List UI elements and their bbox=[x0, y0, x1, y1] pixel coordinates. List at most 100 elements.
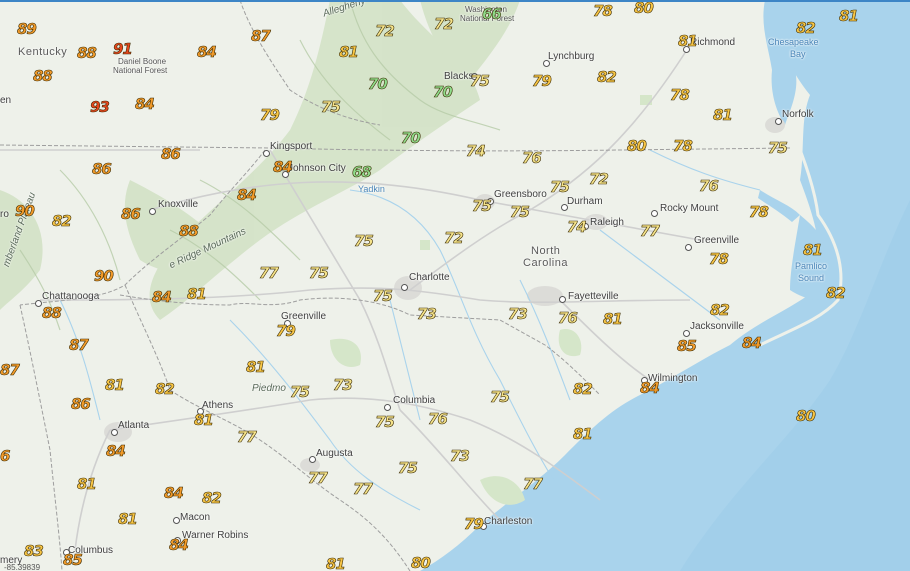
temperature-marker[interactable]: 84 bbox=[640, 380, 660, 396]
temperature-marker[interactable]: 85 bbox=[63, 552, 83, 568]
temperature-marker[interactable]: 89 bbox=[17, 21, 37, 37]
temperature-marker[interactable]: 83 bbox=[24, 543, 44, 559]
temperature-marker[interactable]: 88 bbox=[33, 68, 53, 84]
temperature-marker[interactable]: 78 bbox=[593, 3, 613, 19]
temperature-marker[interactable]: 79 bbox=[464, 516, 484, 532]
temperature-marker[interactable]: 82 bbox=[573, 381, 593, 397]
temperature-marker[interactable]: 70 bbox=[368, 76, 388, 92]
temperature-marker[interactable]: 84 bbox=[273, 159, 293, 175]
temperature-marker[interactable]: 75 bbox=[373, 288, 393, 304]
temperature-marker[interactable]: 84 bbox=[152, 289, 172, 305]
temperature-marker[interactable]: 81 bbox=[603, 311, 623, 327]
temperature-marker[interactable]: 76 bbox=[558, 310, 578, 326]
temperature-marker[interactable]: 6 bbox=[0, 448, 11, 464]
temperature-marker[interactable]: 73 bbox=[333, 377, 353, 393]
temperature-marker[interactable]: 75 bbox=[321, 99, 341, 115]
temperature-marker[interactable]: 81 bbox=[194, 412, 214, 428]
temperature-marker[interactable]: 68 bbox=[352, 164, 372, 180]
temperature-marker[interactable]: 86 bbox=[121, 206, 141, 222]
temperature-marker[interactable]: 84 bbox=[742, 335, 762, 351]
temperature-marker[interactable]: 82 bbox=[202, 490, 222, 506]
temperature-marker[interactable]: 82 bbox=[796, 20, 816, 36]
temperature-marker[interactable]: 84 bbox=[237, 187, 257, 203]
temperature-marker[interactable]: 86 bbox=[92, 161, 112, 177]
temperature-marker[interactable]: 80 bbox=[634, 0, 654, 16]
temperature-marker[interactable]: 80 bbox=[796, 408, 816, 424]
temperature-marker[interactable]: 76 bbox=[699, 178, 719, 194]
temperature-marker[interactable]: 81 bbox=[839, 8, 859, 24]
temperature-marker[interactable]: 77 bbox=[308, 470, 328, 486]
temperature-marker[interactable]: 75 bbox=[290, 384, 310, 400]
temperature-marker[interactable]: 81 bbox=[713, 107, 733, 123]
temperature-marker[interactable]: 78 bbox=[709, 251, 729, 267]
temperature-marker[interactable]: 75 bbox=[768, 140, 788, 156]
temperature-marker[interactable]: 80 bbox=[411, 555, 431, 571]
temperature-marker[interactable]: 75 bbox=[398, 460, 418, 476]
temperature-marker[interactable]: 82 bbox=[155, 381, 175, 397]
temperature-marker[interactable]: 90 bbox=[94, 268, 114, 284]
temperature-marker[interactable]: 90 bbox=[15, 203, 35, 219]
temperature-marker[interactable]: 80 bbox=[627, 138, 647, 154]
temperature-marker[interactable]: 82 bbox=[710, 302, 730, 318]
temperature-marker[interactable]: 77 bbox=[640, 223, 660, 239]
temperature-marker[interactable]: 72 bbox=[589, 171, 609, 187]
temperature-marker[interactable]: 86 bbox=[71, 396, 91, 412]
temperature-marker[interactable]: 75 bbox=[470, 73, 490, 89]
temperature-marker[interactable]: 75 bbox=[309, 265, 329, 281]
temperature-marker[interactable]: 73 bbox=[417, 306, 437, 322]
temperature-marker[interactable]: 82 bbox=[52, 213, 72, 229]
temperature-marker[interactable]: 84 bbox=[164, 485, 184, 501]
temperature-marker[interactable]: 84 bbox=[169, 537, 189, 553]
temperature-marker[interactable]: 77 bbox=[237, 429, 257, 445]
temperature-marker[interactable]: 72 bbox=[434, 16, 454, 32]
temperature-marker[interactable]: 88 bbox=[42, 305, 62, 321]
temperature-marker[interactable]: 78 bbox=[670, 87, 690, 103]
temperature-marker[interactable]: 84 bbox=[135, 96, 155, 112]
temperature-marker[interactable]: 72 bbox=[444, 230, 464, 246]
temperature-marker[interactable]: 78 bbox=[749, 204, 769, 220]
temperature-marker[interactable]: 88 bbox=[179, 223, 199, 239]
temperature-marker[interactable]: 86 bbox=[161, 146, 181, 162]
temperature-marker[interactable]: 77 bbox=[353, 481, 373, 497]
temperature-marker[interactable]: 81 bbox=[573, 426, 593, 442]
temperature-marker[interactable]: 87 bbox=[251, 28, 271, 44]
weather-map[interactable]: Kentucky Daniel Boone National Forest Alleg… bbox=[0, 0, 910, 571]
temperature-marker[interactable]: 76 bbox=[522, 150, 542, 166]
temperature-marker[interactable]: 74 bbox=[567, 219, 587, 235]
temperature-marker[interactable]: 91 bbox=[113, 41, 133, 57]
temperature-marker[interactable]: 82 bbox=[826, 285, 846, 301]
temperature-marker[interactable]: 74 bbox=[466, 143, 486, 159]
temperature-marker[interactable]: 70 bbox=[433, 84, 453, 100]
temperature-marker[interactable]: 72 bbox=[375, 23, 395, 39]
temperature-marker[interactable]: 79 bbox=[260, 107, 280, 123]
temperature-marker[interactable]: 81 bbox=[118, 511, 138, 527]
temperature-marker[interactable]: 66 bbox=[482, 6, 502, 22]
temperature-marker[interactable]: 84 bbox=[197, 44, 217, 60]
temperature-marker[interactable]: 81 bbox=[339, 44, 359, 60]
temperature-marker[interactable]: 75 bbox=[375, 414, 395, 430]
temperature-marker[interactable]: 75 bbox=[550, 179, 570, 195]
temperature-marker[interactable]: 77 bbox=[259, 265, 279, 281]
temperature-marker[interactable]: 87 bbox=[69, 337, 89, 353]
temperature-marker[interactable]: 73 bbox=[508, 306, 528, 322]
temperature-marker[interactable]: 73 bbox=[450, 448, 470, 464]
temperature-marker[interactable]: 88 bbox=[77, 45, 97, 61]
temperature-marker[interactable]: 79 bbox=[276, 323, 296, 339]
temperature-marker[interactable]: 75 bbox=[510, 204, 530, 220]
temperature-marker[interactable]: 85 bbox=[677, 338, 697, 354]
temperature-marker[interactable]: 81 bbox=[187, 286, 207, 302]
temperature-marker[interactable]: 77 bbox=[523, 476, 543, 492]
temperature-marker[interactable]: 81 bbox=[678, 33, 698, 49]
temperature-marker[interactable]: 81 bbox=[105, 377, 125, 393]
temperature-marker[interactable]: 81 bbox=[326, 556, 346, 571]
temperature-marker[interactable]: 79 bbox=[532, 73, 552, 89]
temperature-marker[interactable]: 93 bbox=[90, 99, 110, 115]
temperature-marker[interactable]: 75 bbox=[490, 389, 510, 405]
temperature-marker[interactable]: 82 bbox=[597, 69, 617, 85]
temperature-marker[interactable]: 75 bbox=[354, 233, 374, 249]
temperature-marker[interactable]: 70 bbox=[401, 130, 421, 146]
temperature-marker[interactable]: 81 bbox=[803, 242, 823, 258]
temperature-marker[interactable]: 78 bbox=[673, 138, 693, 154]
temperature-marker[interactable]: 75 bbox=[472, 198, 492, 214]
temperature-marker[interactable]: 87 bbox=[0, 362, 20, 378]
